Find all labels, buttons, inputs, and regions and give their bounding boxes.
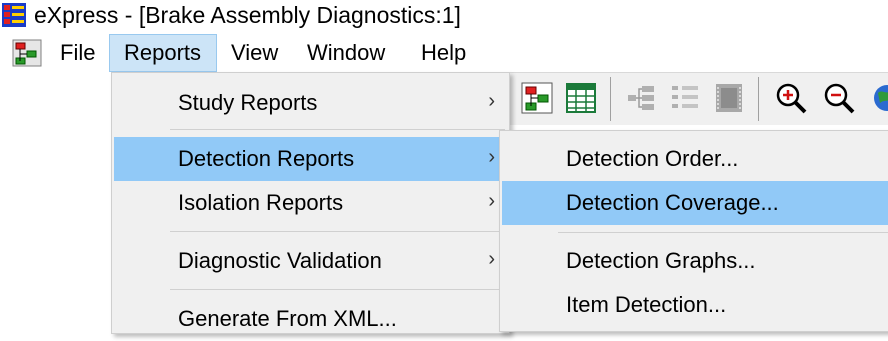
table-icon[interactable] bbox=[564, 81, 598, 115]
menu-help[interactable]: Help bbox=[407, 34, 480, 72]
toolbar bbox=[508, 72, 888, 125]
menu-item-label: Detection Reports bbox=[178, 146, 355, 171]
menu-item-label: Detection Graphs... bbox=[566, 248, 756, 273]
menu-item-detection-reports[interactable]: Detection Reports › bbox=[114, 137, 507, 181]
menu-item-label: Isolation Reports bbox=[178, 190, 344, 215]
document-diagram-icon[interactable] bbox=[12, 39, 42, 67]
globe-icon[interactable] bbox=[870, 81, 888, 115]
menu-item-label: Generate From XML... bbox=[178, 306, 397, 331]
menu-item-label: Study Reports bbox=[178, 90, 318, 115]
diagram-icon[interactable] bbox=[520, 81, 554, 115]
detection-reports-submenu: Detection Order... Detection Coverage...… bbox=[499, 130, 888, 332]
menu-item-generate-from-xml[interactable]: Generate From XML... bbox=[114, 297, 507, 341]
menu-item-item-detection[interactable]: Item Detection... bbox=[502, 283, 888, 327]
submenu-arrow-icon: › bbox=[488, 146, 495, 168]
zoom-out-icon[interactable] bbox=[822, 81, 856, 115]
title-bar: eXpress - [Brake Assembly Diagnostics:1] bbox=[0, 0, 888, 30]
tree-list-icon[interactable] bbox=[668, 81, 702, 115]
tree-left-icon[interactable] bbox=[624, 81, 658, 115]
submenu-arrow-icon: › bbox=[488, 90, 495, 112]
menu-item-label: Diagnostic Validation bbox=[178, 248, 382, 273]
submenu-arrow-icon: › bbox=[488, 248, 495, 270]
menu-item-label: Detection Order... bbox=[566, 146, 739, 171]
menu-item-label: Item Detection... bbox=[566, 292, 727, 317]
window-title: eXpress - [Brake Assembly Diagnostics:1] bbox=[34, 2, 461, 28]
menu-view[interactable]: View bbox=[217, 34, 292, 72]
reports-menu: Study Reports › Detection Reports › Isol… bbox=[111, 72, 510, 334]
submenu-arrow-icon: › bbox=[488, 190, 495, 212]
menu-item-study-reports[interactable]: Study Reports › bbox=[114, 81, 507, 125]
menu-item-diagnostic-validation[interactable]: Diagnostic Validation › bbox=[114, 239, 507, 283]
menu-bar: File Reports View Window Help bbox=[0, 34, 888, 72]
film-icon[interactable] bbox=[712, 81, 746, 115]
menu-item-detection-graphs[interactable]: Detection Graphs... bbox=[502, 239, 888, 283]
zoom-in-icon[interactable] bbox=[774, 81, 808, 115]
menu-item-label: Detection Coverage... bbox=[566, 190, 779, 215]
menu-item-detection-coverage[interactable]: Detection Coverage... bbox=[502, 181, 888, 225]
menu-window[interactable]: Window bbox=[293, 34, 399, 72]
menu-reports[interactable]: Reports bbox=[109, 34, 217, 72]
menu-file[interactable]: File bbox=[46, 34, 109, 72]
menu-item-detection-order[interactable]: Detection Order... bbox=[502, 137, 888, 181]
express-app-icon bbox=[2, 3, 26, 27]
menu-item-isolation-reports[interactable]: Isolation Reports › bbox=[114, 181, 507, 225]
